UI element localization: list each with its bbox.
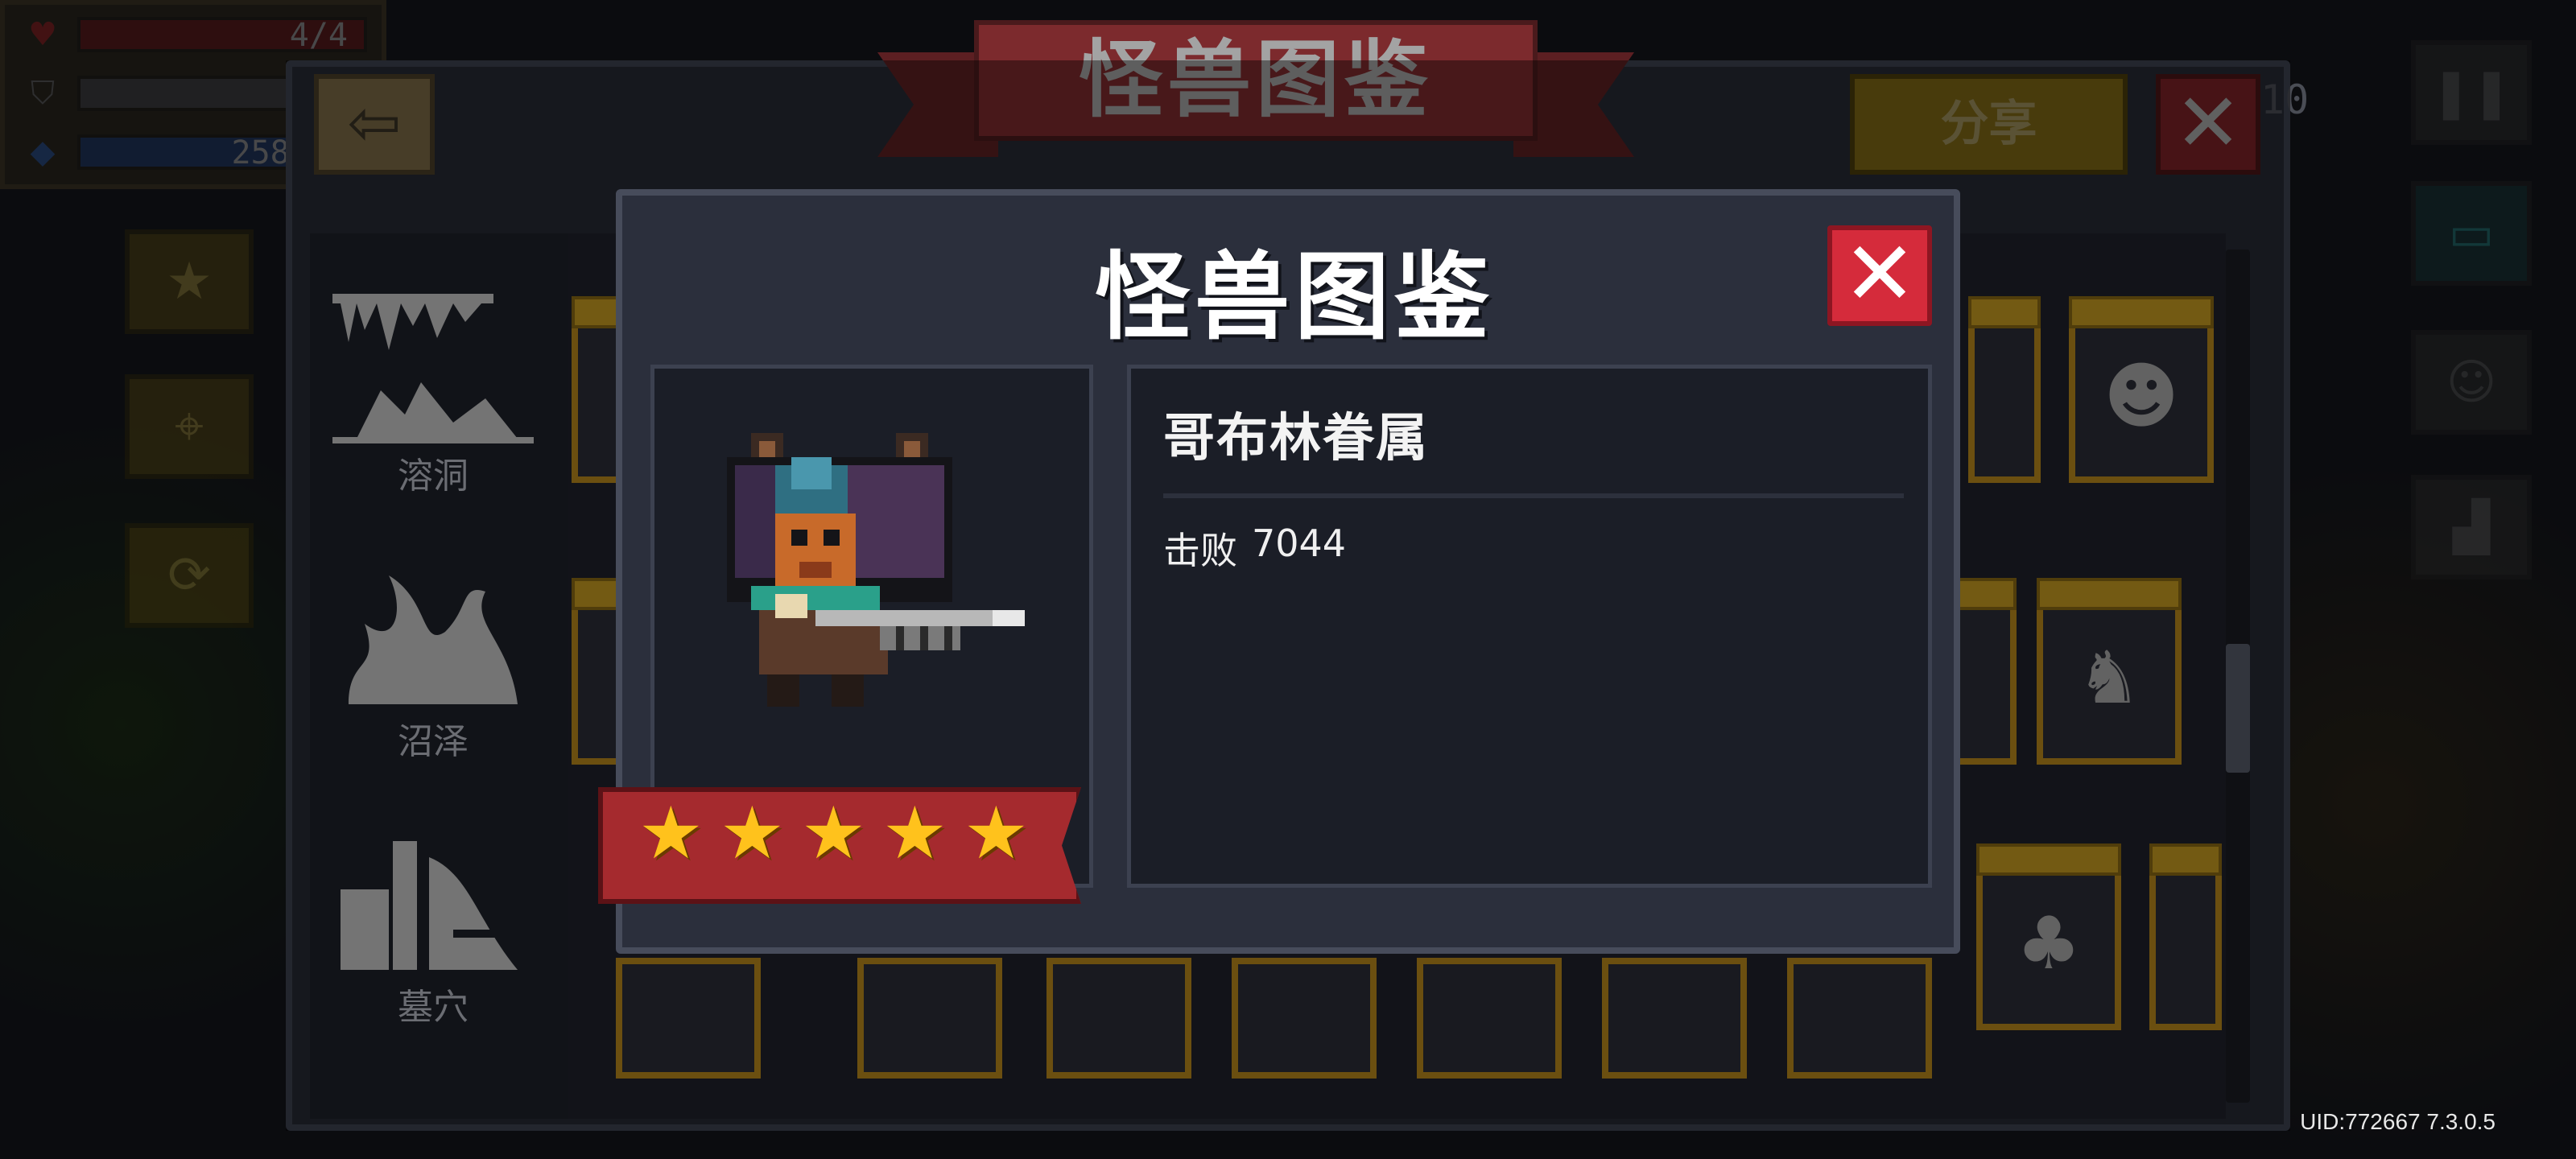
monster-thumbnail-icon: ♣ xyxy=(2016,901,2082,986)
page-title: 怪兽图鉴 xyxy=(1078,31,1433,129)
zone-item-swamp[interactable]: 沼泽 xyxy=(320,535,546,793)
monster-card[interactable]: ♣ xyxy=(1976,843,2121,1030)
monster-card[interactable] xyxy=(1602,958,1747,1079)
monster-thumbnail-icon: ♞ xyxy=(2076,636,2142,720)
divider xyxy=(1163,493,1904,498)
dialog-title: 怪兽图鉴 xyxy=(1094,241,1494,353)
zone-item-tomb[interactable]: 墓穴 xyxy=(320,801,546,1058)
defeat-label: 击败 xyxy=(1163,529,1237,572)
tomb-icon xyxy=(328,817,538,978)
monster-card[interactable] xyxy=(1787,958,1932,1079)
zone-label: 沼泽 xyxy=(398,721,469,762)
monster-card[interactable] xyxy=(1232,958,1377,1079)
exit-icon: ⇦ xyxy=(347,85,402,160)
monster-detail-dialog: 怪兽图鉴 ✕ ★ ★ ★ ★ ★ 哥布林眷属 击败 7044 xyxy=(598,189,1960,954)
zone-label: 墓穴 xyxy=(398,987,469,1028)
rating-ribbon: ★ ★ ★ ★ ★ xyxy=(598,787,1081,904)
monster-card[interactable] xyxy=(2149,843,2222,1030)
star-icon: ★ xyxy=(801,791,866,876)
star-icon: ★ xyxy=(638,791,704,876)
cave-icon xyxy=(328,286,538,447)
monster-name: 哥布林眷属 xyxy=(1163,409,1429,468)
goblin-monster-icon xyxy=(727,433,1025,707)
scrollbar-thumb[interactable] xyxy=(2226,644,2250,773)
monster-info-panel: 哥布林眷属 击败 7044 xyxy=(1127,365,1932,888)
monster-card[interactable] xyxy=(1046,958,1191,1079)
title-banner: 怪兽图鉴 xyxy=(877,20,1634,169)
share-button[interactable]: 分享 xyxy=(1850,74,2128,175)
zone-label: 溶洞 xyxy=(398,456,469,497)
panel-close-button[interactable]: ✕ xyxy=(2156,74,2260,175)
monster-card[interactable] xyxy=(857,958,1002,1079)
monster-card[interactable]: ☻ xyxy=(2069,296,2214,483)
back-button[interactable]: ⇦ xyxy=(314,74,435,175)
monster-card[interactable]: ♞ xyxy=(2037,578,2182,765)
dialog-close-button[interactable]: ✕ xyxy=(1827,225,1932,326)
zone-item-cave[interactable]: 溶洞 xyxy=(320,270,546,527)
defeat-stat: 击败 7044 xyxy=(1163,522,1346,575)
star-icon: ★ xyxy=(720,791,785,876)
monster-thumbnail-icon: ☻ xyxy=(2103,354,2179,439)
monster-card[interactable] xyxy=(1968,296,2041,483)
share-label: 分享 xyxy=(1940,96,2037,152)
monster-card[interactable] xyxy=(1417,958,1562,1079)
coin-count-partial: 10 xyxy=(2260,76,2310,123)
monster-card[interactable] xyxy=(616,958,761,1079)
rating-stars: ★ ★ ★ ★ ★ xyxy=(638,791,1029,876)
close-icon: ✕ xyxy=(1842,222,1918,325)
defeat-count: 7044 xyxy=(1252,522,1347,565)
uid-version-label: UID:772667 7.3.0.5 xyxy=(2300,1109,2496,1134)
close-icon: ✕ xyxy=(2174,76,2242,170)
swamp-icon xyxy=(328,551,538,712)
star-icon: ★ xyxy=(964,791,1029,876)
star-icon: ★ xyxy=(882,791,947,876)
